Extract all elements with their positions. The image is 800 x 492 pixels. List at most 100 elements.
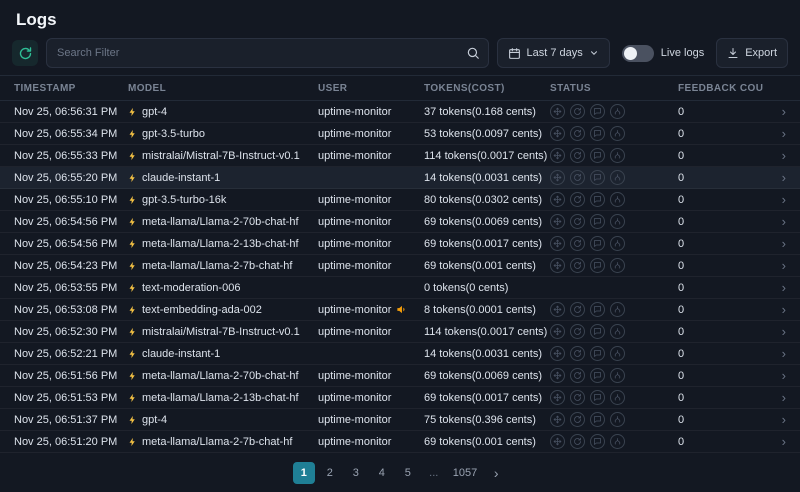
- row-chevron-icon[interactable]: ›: [764, 413, 786, 426]
- retry-icon[interactable]: [570, 214, 585, 229]
- hierarchy-icon[interactable]: [610, 368, 625, 383]
- retry-icon[interactable]: [570, 148, 585, 163]
- retry-icon[interactable]: [570, 412, 585, 427]
- retry-icon[interactable]: [570, 346, 585, 361]
- row-chevron-icon[interactable]: ›: [764, 369, 786, 382]
- retry-icon[interactable]: [570, 236, 585, 251]
- feedback-icon[interactable]: [590, 258, 605, 273]
- row-chevron-icon[interactable]: ›: [764, 435, 786, 448]
- retry-icon[interactable]: [570, 192, 585, 207]
- move-icon[interactable]: [550, 412, 565, 427]
- hierarchy-icon[interactable]: [610, 192, 625, 207]
- hierarchy-icon[interactable]: [610, 302, 625, 317]
- pagination-page[interactable]: 5: [397, 462, 419, 484]
- table-row[interactable]: Nov 25, 06:54:56 PM meta-llama/Llama-2-1…: [0, 233, 800, 255]
- row-chevron-icon[interactable]: ›: [764, 325, 786, 338]
- hierarchy-icon[interactable]: [610, 148, 625, 163]
- table-row[interactable]: Nov 25, 06:55:34 PM gpt-3.5-turbo uptime…: [0, 123, 800, 145]
- move-icon[interactable]: [550, 236, 565, 251]
- pagination-page[interactable]: 2: [319, 462, 341, 484]
- feedback-icon[interactable]: [590, 148, 605, 163]
- row-chevron-icon[interactable]: ›: [764, 215, 786, 228]
- table-row[interactable]: Nov 25, 06:53:08 PM text-embedding-ada-0…: [0, 299, 800, 321]
- move-icon[interactable]: [550, 214, 565, 229]
- retry-icon[interactable]: [570, 324, 585, 339]
- hierarchy-icon[interactable]: [610, 104, 625, 119]
- feedback-icon[interactable]: [590, 236, 605, 251]
- table-row[interactable]: Nov 25, 06:55:10 PM gpt-3.5-turbo-16k up…: [0, 189, 800, 211]
- row-chevron-icon[interactable]: ›: [764, 171, 786, 184]
- row-chevron-icon[interactable]: ›: [764, 127, 786, 140]
- move-icon[interactable]: [550, 346, 565, 361]
- retry-icon[interactable]: [570, 126, 585, 141]
- row-chevron-icon[interactable]: ›: [764, 237, 786, 250]
- table-row[interactable]: Nov 25, 06:51:37 PM gpt-4 uptime-monitor…: [0, 409, 800, 431]
- hierarchy-icon[interactable]: [610, 390, 625, 405]
- hierarchy-icon[interactable]: [610, 412, 625, 427]
- feedback-icon[interactable]: [590, 434, 605, 449]
- retry-icon[interactable]: [570, 170, 585, 185]
- move-icon[interactable]: [550, 324, 565, 339]
- row-chevron-icon[interactable]: ›: [764, 347, 786, 360]
- feedback-icon[interactable]: [590, 302, 605, 317]
- move-icon[interactable]: [550, 258, 565, 273]
- retry-icon[interactable]: [570, 434, 585, 449]
- move-icon[interactable]: [550, 192, 565, 207]
- hierarchy-icon[interactable]: [610, 434, 625, 449]
- hierarchy-icon[interactable]: [610, 170, 625, 185]
- hierarchy-icon[interactable]: [610, 236, 625, 251]
- feedback-icon[interactable]: [590, 126, 605, 141]
- refresh-button[interactable]: [12, 40, 38, 66]
- feedback-icon[interactable]: [590, 104, 605, 119]
- table-row[interactable]: Nov 25, 06:56:31 PM gpt-4 uptime-monitor…: [0, 101, 800, 123]
- row-chevron-icon[interactable]: ›: [764, 193, 786, 206]
- feedback-icon[interactable]: [590, 346, 605, 361]
- hierarchy-icon[interactable]: [610, 324, 625, 339]
- hierarchy-icon[interactable]: [610, 126, 625, 141]
- hierarchy-icon[interactable]: [610, 214, 625, 229]
- retry-icon[interactable]: [570, 258, 585, 273]
- pagination-page[interactable]: 3: [345, 462, 367, 484]
- feedback-icon[interactable]: [590, 170, 605, 185]
- move-icon[interactable]: [550, 126, 565, 141]
- row-chevron-icon[interactable]: ›: [764, 105, 786, 118]
- feedback-icon[interactable]: [590, 324, 605, 339]
- row-chevron-icon[interactable]: ›: [764, 303, 786, 316]
- table-row[interactable]: Nov 25, 06:52:21 PM claude-instant-1 14 …: [0, 343, 800, 365]
- move-icon[interactable]: [550, 434, 565, 449]
- row-chevron-icon[interactable]: ›: [764, 391, 786, 404]
- move-icon[interactable]: [550, 368, 565, 383]
- feedback-icon[interactable]: [590, 390, 605, 405]
- export-button[interactable]: Export: [716, 38, 788, 68]
- row-chevron-icon[interactable]: ›: [764, 149, 786, 162]
- move-icon[interactable]: [550, 170, 565, 185]
- retry-icon[interactable]: [570, 368, 585, 383]
- table-row[interactable]: Nov 25, 06:54:23 PM meta-llama/Llama-2-7…: [0, 255, 800, 277]
- row-chevron-icon[interactable]: ›: [764, 259, 786, 272]
- feedback-icon[interactable]: [590, 368, 605, 383]
- table-row[interactable]: Nov 25, 06:54:56 PM meta-llama/Llama-2-7…: [0, 211, 800, 233]
- feedback-icon[interactable]: [590, 412, 605, 427]
- feedback-icon[interactable]: [590, 214, 605, 229]
- table-row[interactable]: Nov 25, 06:53:55 PM text-moderation-006 …: [0, 277, 800, 299]
- pagination-page[interactable]: 4: [371, 462, 393, 484]
- pagination-next-button[interactable]: ›: [485, 462, 507, 484]
- move-icon[interactable]: [550, 148, 565, 163]
- pagination-page[interactable]: 1: [293, 462, 315, 484]
- table-row[interactable]: Nov 25, 06:52:30 PM mistralai/Mistral-7B…: [0, 321, 800, 343]
- row-chevron-icon[interactable]: ›: [764, 281, 786, 294]
- feedback-icon[interactable]: [590, 192, 605, 207]
- move-icon[interactable]: [550, 390, 565, 405]
- table-row[interactable]: Nov 25, 06:51:20 PM meta-llama/Llama-2-7…: [0, 431, 800, 453]
- hierarchy-icon[interactable]: [610, 258, 625, 273]
- table-row[interactable]: Nov 25, 06:55:33 PM mistralai/Mistral-7B…: [0, 145, 800, 167]
- live-logs-toggle[interactable]: [622, 45, 654, 62]
- search-input[interactable]: [46, 38, 489, 68]
- date-range-button[interactable]: Last 7 days: [497, 38, 610, 68]
- retry-icon[interactable]: [570, 390, 585, 405]
- table-row[interactable]: Nov 25, 06:51:56 PM meta-llama/Llama-2-7…: [0, 365, 800, 387]
- table-row[interactable]: Nov 25, 06:55:20 PM claude-instant-1 14 …: [0, 167, 800, 189]
- pagination-page[interactable]: 1057: [449, 462, 481, 484]
- retry-icon[interactable]: [570, 302, 585, 317]
- move-icon[interactable]: [550, 302, 565, 317]
